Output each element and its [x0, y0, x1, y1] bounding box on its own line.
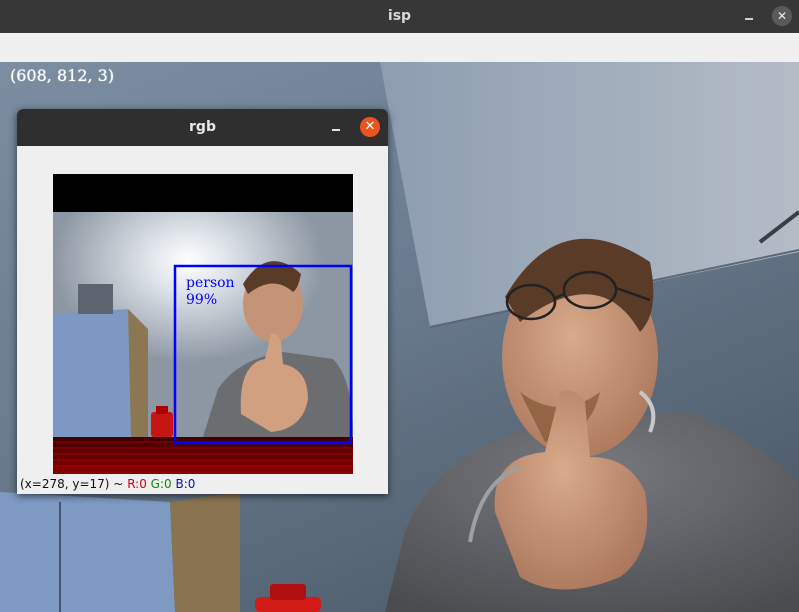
window-title: isp [387, 8, 412, 24]
minimize-icon[interactable] [326, 118, 346, 138]
detection-label: person [186, 275, 235, 291]
close-icon[interactable]: ✕ [772, 6, 792, 26]
cursor-position: (x=278, y=17) ~ [20, 477, 124, 491]
pixel-status-bar: (x=278, y=17) ~ R:0 G:0 B:0 [20, 477, 195, 491]
isp-window: isp ✕ (608, 812, 3) rgb ✕ person 99% (x=… [0, 0, 799, 612]
rgb-window: rgb ✕ person 99% (x=278, y=17) ~ R:0 G:0… [17, 109, 388, 494]
window-toolbar [0, 33, 799, 62]
blue-value: B:0 [175, 477, 196, 491]
red-value: R:0 [127, 477, 147, 491]
window-titlebar[interactable]: isp ✕ [0, 0, 799, 33]
rgb-preview-image[interactable]: person 99% [53, 174, 353, 474]
preview-frame: person 99% [53, 174, 353, 474]
frame-shape-text: (608, 812, 3) [10, 66, 115, 85]
rgb-window-titlebar[interactable]: rgb ✕ [17, 109, 388, 146]
detection-confidence: 99% [186, 292, 217, 308]
green-value: G:0 [150, 477, 172, 491]
close-icon[interactable]: ✕ [360, 117, 380, 137]
minimize-icon[interactable] [737, 6, 761, 26]
